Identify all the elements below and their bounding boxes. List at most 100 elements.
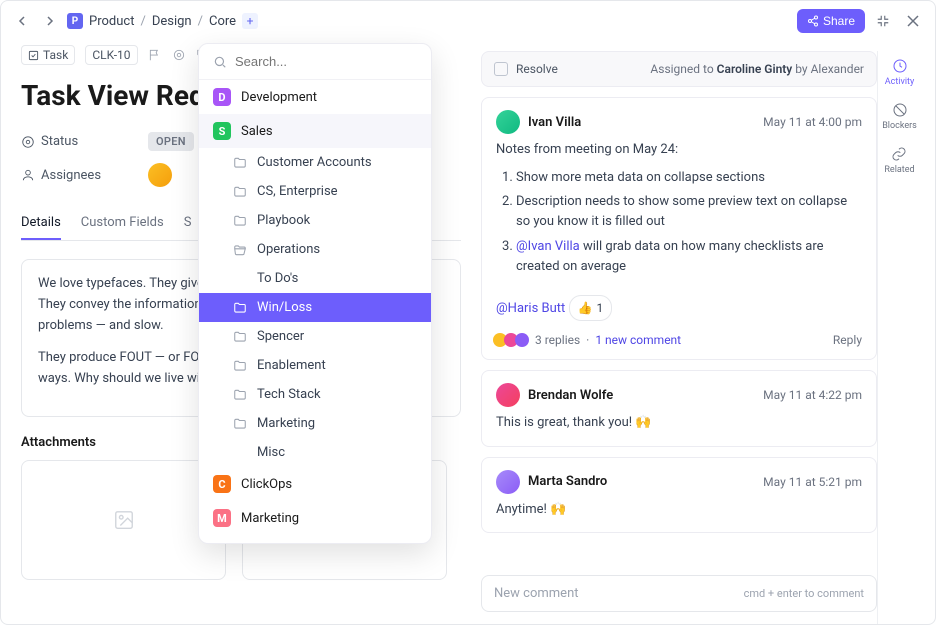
new-comment-input[interactable]: New comment cmd + enter to comment (481, 575, 877, 612)
resolve-assignment: Assigned to Caroline Ginty by Alexander (650, 62, 864, 76)
blockers-icon (891, 101, 909, 119)
dropdown-item-label: Spencer (257, 329, 304, 344)
status-badge[interactable]: OPEN (148, 132, 194, 151)
comment-list-item: Description needs to show some preview t… (516, 192, 862, 232)
comment-author: Brendan Wolfe (528, 388, 613, 403)
space-icon: M (213, 509, 231, 527)
dropdown-item[interactable]: Operations (199, 235, 431, 264)
comment-text: Notes from meeting on May 24: (496, 140, 862, 160)
nav-forward[interactable] (39, 10, 61, 32)
close-icon[interactable] (901, 9, 925, 33)
avatar (496, 383, 520, 407)
nav-back[interactable] (11, 10, 33, 32)
dropdown-item[interactable]: Customer Accounts (199, 148, 431, 177)
tab-details[interactable]: Details (21, 207, 61, 240)
comment: Marta Sandro May 11 at 5:21 pm Anytime! … (481, 457, 877, 533)
space-icon: C (213, 475, 231, 493)
comment-time: May 11 at 4:00 pm (763, 115, 862, 129)
task-type-pill[interactable]: Task (21, 45, 75, 65)
dropdown-item-label: Tech Stack (257, 387, 321, 402)
composer-hint: cmd + enter to comment (744, 587, 864, 600)
dropdown-group[interactable]: DDevelopment (199, 80, 431, 114)
dropdown-item-label: Win/Loss (257, 300, 312, 315)
dropdown-item[interactable]: CS, Enterprise (199, 177, 431, 206)
crumb-core[interactable]: Core (209, 14, 236, 29)
new-comment-count[interactable]: 1 new comment (595, 333, 681, 347)
dropdown-item[interactable]: Spencer (199, 322, 431, 351)
dropdown-item[interactable]: Marketing (199, 409, 431, 438)
dropdown-group-label: Development (241, 90, 317, 105)
rail-activity[interactable]: Activity (885, 57, 914, 87)
share-label: Share (823, 14, 855, 28)
dropdown-item-label: Operations (257, 242, 320, 257)
share-button[interactable]: Share (797, 9, 865, 33)
resolve-label[interactable]: Resolve (516, 62, 558, 76)
dropdown-item-label: Marketing (257, 416, 315, 431)
reply-button[interactable]: Reply (833, 333, 862, 347)
avatar[interactable] (148, 163, 172, 187)
share-icon (807, 15, 819, 27)
dropdown-item[interactable]: Enablement (199, 351, 431, 380)
tab-custom-fields[interactable]: Custom Fields (81, 207, 164, 240)
dropdown-item-label: CS, Enterprise (257, 184, 338, 199)
location-dropdown: DDevelopment S Sales Customer Accounts CS, E… (198, 43, 432, 544)
dropdown-item[interactable]: Misc (199, 438, 431, 467)
avatar (496, 110, 520, 134)
target-icon[interactable] (172, 48, 186, 62)
rail-blockers[interactable]: Blockers (882, 101, 917, 131)
activity-icon (891, 57, 909, 75)
reaction[interactable]: 👍 1 (569, 295, 613, 322)
attachment-thumbnail[interactable] (21, 460, 226, 580)
reply-avatars (496, 333, 529, 347)
flag-icon[interactable] (148, 48, 162, 62)
status-icon (21, 135, 35, 149)
comment-list-item: Show more meta data on collapse sections (516, 168, 862, 188)
related-icon (890, 145, 908, 163)
search-input[interactable] (235, 54, 417, 69)
crumb-design[interactable]: Design (152, 14, 192, 29)
dropdown-group-label: Marketing (241, 511, 299, 526)
rail-related[interactable]: Related (884, 145, 914, 175)
comment-text: Anytime! 🙌 (496, 500, 862, 520)
dropdown-item-label: To Do's (257, 271, 298, 286)
dropdown-group[interactable]: S Sales (199, 114, 431, 148)
dropdown-item-label: Playbook (257, 213, 310, 228)
user-icon (21, 168, 35, 182)
mention[interactable]: @Ivan Villa (516, 239, 580, 254)
dropdown-group-label: ClickOps (241, 477, 292, 492)
comment-time: May 11 at 5:21 pm (763, 475, 862, 489)
project-icon: P (67, 13, 83, 29)
task-id-pill[interactable]: CLK-10 (85, 45, 137, 65)
resolve-checkbox[interactable] (494, 62, 508, 76)
tab-subtasks[interactable]: S (184, 207, 192, 240)
dropdown-item-label: Customer Accounts (257, 155, 372, 170)
assignees-label: Assignees (21, 168, 136, 183)
add-breadcrumb-button[interactable]: + (242, 13, 258, 29)
comment-list-item: @Ivan Villa will grab data on how many c… (516, 237, 862, 277)
dropdown-group[interactable]: C ClickOps (199, 467, 431, 501)
dropdown-group[interactable]: M Marketing (199, 501, 431, 535)
dropdown-item[interactable]: To Do's (199, 264, 431, 293)
dropdown-item[interactable]: Win/Loss (199, 293, 431, 322)
comment-text: This is great, thank you! 🙌 (496, 413, 862, 433)
dropdown-item-label: Misc (257, 445, 285, 460)
dropdown-search[interactable] (199, 44, 431, 80)
collapse-icon[interactable] (871, 9, 895, 33)
status-label: Status (21, 134, 136, 149)
crumb-product[interactable]: Product (89, 14, 134, 29)
dropdown-item[interactable]: Playbook (199, 206, 431, 235)
dropdown-item-label: Enablement (257, 358, 326, 373)
avatar (496, 470, 520, 494)
search-icon (213, 55, 227, 69)
comment: Ivan Villa May 11 at 4:00 pm Notes from … (481, 97, 877, 360)
comment: Brendan Wolfe May 11 at 4:22 pm This is … (481, 370, 877, 446)
reply-count[interactable]: 3 replies (535, 333, 580, 347)
comment-author: Marta Sandro (528, 474, 607, 489)
dropdown-group-label: Sales (241, 124, 273, 139)
dropdown-item[interactable]: Tech Stack (199, 380, 431, 409)
mention[interactable]: @Haris Butt (496, 301, 565, 316)
resolve-bar: Resolve Assigned to Caroline Ginty by Al… (481, 51, 877, 87)
breadcrumb: P Product / Design / Core (67, 13, 236, 29)
space-icon: S (213, 122, 231, 140)
image-icon (113, 509, 135, 531)
